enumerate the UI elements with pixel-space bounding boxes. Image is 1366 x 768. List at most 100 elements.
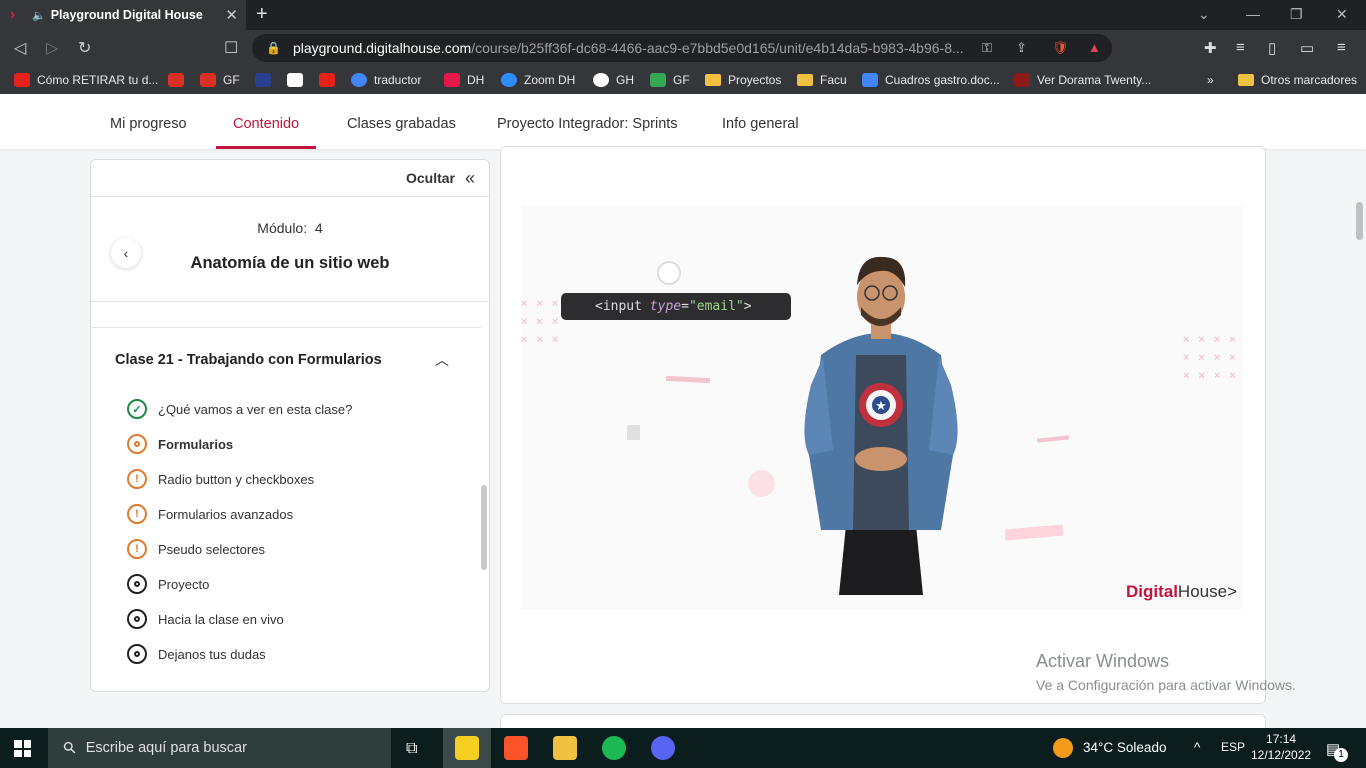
next-content-card (500, 714, 1266, 728)
sidebar-icon[interactable]: ▯ (1268, 39, 1276, 57)
lesson-item[interactable]: ✓ ¿Qué vamos a ver en esta clase? (127, 398, 352, 420)
bookmark-item[interactable]: GF (200, 72, 240, 88)
bookmark-item[interactable] (319, 72, 342, 88)
sidebar-scrollbar[interactable] (481, 485, 487, 570)
gmail-icon (168, 73, 184, 87)
lock-icon[interactable]: 🔒 (266, 41, 281, 55)
speaker-icon[interactable]: 🔈 (32, 9, 46, 22)
bookmark-item[interactable]: DH (444, 72, 484, 88)
url-host: playground.digitalhouse.com (292, 40, 472, 56)
nav-clases-grabadas[interactable]: Clases grabadas (347, 94, 456, 149)
bookmark-label: Zoom DH (524, 73, 576, 87)
youtube-icon (14, 73, 30, 87)
bookmark-folder[interactable]: Facu (797, 72, 847, 88)
sticky-notes-icon[interactable] (455, 736, 479, 760)
page-scrollbar[interactable] (1356, 202, 1363, 240)
google-icon (351, 73, 367, 87)
lesson-item[interactable]: ! Pseudo selectores (127, 538, 265, 560)
windows-start-icon[interactable] (14, 740, 31, 757)
reading-list-icon[interactable]: ≡ (1236, 39, 1245, 56)
share-icon[interactable]: ⇪ (1016, 40, 1027, 56)
github-icon (593, 73, 609, 87)
key-icon[interactable]: ⚿ (982, 40, 992, 56)
code-close: > (743, 299, 752, 314)
folder-icon (797, 74, 813, 86)
bookmark-item[interactable]: Cuadros gastro.doc... (862, 72, 1000, 88)
restore-button[interactable]: ❐ (1290, 6, 1303, 23)
system-clock[interactable]: 17:14 12/12/2022 (1251, 731, 1311, 763)
language-indicator[interactable]: ESP (1221, 740, 1245, 754)
discord-icon[interactable] (651, 736, 675, 760)
nav-proyecto-integrador[interactable]: Proyecto Integrador: Sprints (497, 94, 678, 149)
new-tab-button[interactable]: + (256, 3, 268, 26)
lesson-item[interactable]: Proyecto (127, 573, 209, 595)
chevron-up-icon[interactable]: ︿ (435, 350, 449, 370)
code-attribute: type (649, 299, 682, 314)
lesson-item[interactable]: ! Formularios avanzados (127, 503, 293, 525)
sun-weather-icon[interactable] (1053, 738, 1073, 758)
browser-toolbar: ◁ ▷ ↻ ☐ 🔒 playground.digitalhouse.com /c… (0, 30, 1366, 66)
bookmark-item[interactable] (287, 72, 310, 88)
bookmark-item[interactable] (255, 72, 278, 88)
spotify-icon[interactable] (602, 736, 626, 760)
nav-info-general[interactable]: Info general (722, 94, 799, 149)
lesson-item[interactable]: Hacia la clase en vivo (127, 608, 284, 630)
weather-text[interactable]: 34°C Soleado (1083, 740, 1166, 755)
bookmark-item[interactable]: Cómo RETIRAR tu d... (14, 72, 158, 88)
target-circle-icon (127, 644, 147, 664)
gmail-icon (200, 73, 216, 87)
decorative-bar (1004, 524, 1064, 541)
back-button[interactable]: ◁ (14, 38, 26, 58)
nav-contenido[interactable]: Contenido (216, 94, 317, 149)
bookmark-item[interactable]: Ver Dorama Twenty... (1014, 72, 1151, 88)
lesson-label: Hacia la clase en vivo (158, 611, 284, 627)
uec-icon (287, 73, 303, 87)
task-view-icon[interactable]: ⧉ (406, 740, 417, 758)
decorative-circle (657, 261, 681, 285)
class-title[interactable]: Clase 21 - Trabajando con Formularios (115, 352, 382, 368)
minimize-button[interactable]: — (1246, 6, 1260, 22)
site-icon (1014, 73, 1030, 87)
menu-icon[interactable]: ≡ (1337, 39, 1346, 56)
code-tag: <input (595, 299, 650, 314)
close-tab-icon[interactable]: ✕ (225, 6, 238, 24)
other-bookmarks-folder[interactable]: Otros marcadores (1238, 72, 1357, 88)
lesson-item[interactable]: Dejanos tus dudas (127, 643, 266, 665)
forward-button[interactable]: ▷ (46, 38, 58, 58)
more-bookmarks-button[interactable]: » (1207, 72, 1214, 88)
digitalhouse-icon (444, 73, 460, 87)
bookmark-item[interactable]: Zoom DH (501, 72, 575, 88)
bookmark-folder[interactable]: Proyectos (705, 72, 781, 88)
previous-module-button[interactable]: ‹ (111, 238, 141, 268)
file-explorer-icon[interactable] (553, 736, 577, 760)
bookmark-item[interactable]: GF (650, 72, 690, 88)
hide-sidebar-label[interactable]: Ocultar (406, 170, 455, 186)
browser-tab[interactable]: › 🔈 Playground Digital House ✕ (0, 0, 246, 30)
wallet-icon[interactable]: ▭ (1300, 39, 1314, 57)
brave-browser-icon[interactable] (504, 736, 528, 760)
lesson-item[interactable]: Formularios (127, 433, 233, 455)
logo-text-digital: Digital (1125, 582, 1178, 601)
reload-button[interactable]: ↻ (78, 38, 91, 58)
digitalhouse-favicon-icon: › (10, 6, 15, 23)
bookmark-item[interactable]: GH (593, 72, 634, 88)
brave-rewards-icon[interactable]: ▲ (1088, 40, 1101, 55)
chevron-up-icon[interactable]: ^ (1194, 740, 1200, 755)
brave-shield-icon[interactable]: 🛡 (1052, 40, 1069, 56)
bookmark-item[interactable]: traductor (351, 72, 421, 88)
check-circle-icon: ✓ (127, 399, 147, 419)
taskbar-search-box[interactable]: ⚲ Escribe aquí para buscar (48, 728, 391, 768)
address-bar[interactable]: 🔒 playground.digitalhouse.com /course/b2… (252, 34, 1112, 62)
lesson-item[interactable]: ! Radio button y checkboxes (127, 468, 314, 490)
bookmark-icon[interactable]: ☐ (224, 38, 238, 58)
bookmark-item[interactable] (168, 72, 191, 88)
nav-mi-progreso[interactable]: Mi progreso (110, 94, 187, 149)
folder-icon (705, 74, 721, 86)
double-chevron-left-icon[interactable]: « (465, 168, 475, 189)
hide-sidebar-row[interactable]: Ocultar « (91, 160, 489, 197)
video-player[interactable]: ××× ××× ××× ×××× ×××× ×××× <input type="emai… (521, 205, 1243, 610)
folder-icon (1238, 74, 1254, 86)
extensions-icon[interactable]: ✚ (1204, 39, 1217, 57)
close-window-button[interactable]: ✕ (1336, 6, 1348, 23)
tab-search-chevron-icon[interactable]: ⌄ (1198, 6, 1210, 23)
